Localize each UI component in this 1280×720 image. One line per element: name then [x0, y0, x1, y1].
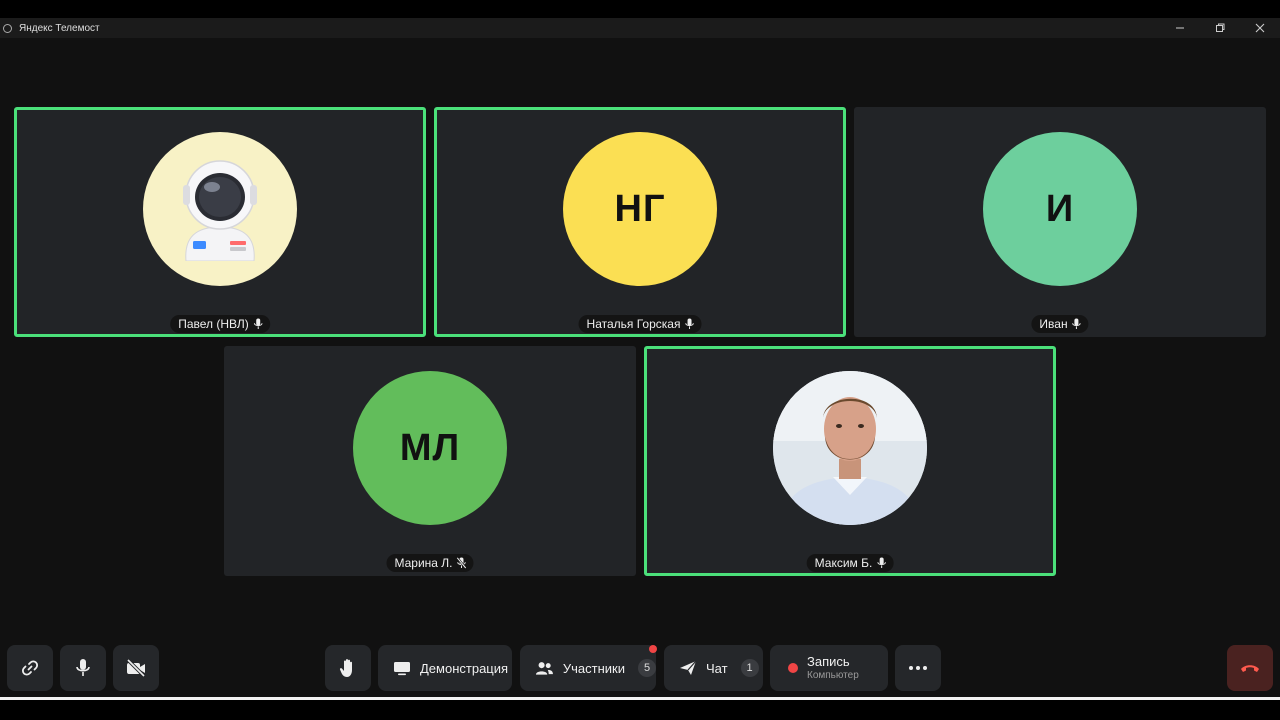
hang-up-button[interactable] [1227, 645, 1273, 691]
microphone-icon [877, 557, 886, 568]
title-bar: Яндекс Телемост [0, 18, 1280, 38]
microphone-muted-icon [456, 557, 467, 569]
microphone-icon [76, 659, 90, 676]
record-text: Запись Компьютер [807, 653, 859, 681]
chat-button[interactable]: Чат 1 [664, 645, 763, 691]
chat-count-badge: 1 [740, 659, 759, 677]
window-controls [1160, 18, 1280, 38]
participants-label: Участники [562, 660, 625, 676]
record-button[interactable]: Запись Компьютер [770, 645, 888, 691]
name-pill: Павел (НВЛ) [170, 315, 270, 333]
more-icon [909, 666, 927, 670]
screen-share-label: Демонстрация [420, 660, 509, 676]
participant-tile-ivan[interactable]: И Иван [854, 107, 1266, 337]
avatar-initials: И [983, 132, 1137, 286]
window-title: Яндекс Телемост [19, 22, 100, 34]
app-icon [3, 23, 12, 33]
participants-icon [535, 662, 553, 675]
participant-tile-pavel[interactable]: Павел (НВЛ) [14, 107, 426, 337]
participant-name: Иван [1039, 317, 1068, 331]
minimize-icon[interactable] [1160, 18, 1200, 38]
avatar-initials: МЛ [353, 371, 507, 525]
astronaut-avatar [143, 132, 297, 286]
top-black-strip [0, 0, 1280, 18]
send-icon [680, 660, 697, 675]
chat-label: Чат [706, 660, 728, 676]
record-label: Запись [807, 653, 850, 669]
camera-off-icon [126, 659, 146, 677]
participant-tile-maksim[interactable]: Максим Б. [644, 346, 1056, 576]
raise-hand-button[interactable] [325, 645, 371, 691]
microphone-icon [253, 318, 263, 329]
microphone-icon [1072, 318, 1081, 329]
call-toolbar: Демонстрация Участники 5 Чат 1 Запись Ко… [0, 644, 1280, 692]
participant-tile-natalya[interactable]: НГ Наталья Горская [434, 107, 846, 337]
astronaut-icon [183, 160, 257, 261]
avatar-initials: НГ [563, 132, 717, 286]
copy-link-button[interactable] [7, 645, 53, 691]
name-pill: Наталья Горская [578, 315, 702, 333]
restore-icon[interactable] [1200, 18, 1240, 38]
record-sublabel: Компьютер [807, 669, 859, 681]
participant-tile-marina[interactable]: МЛ Марина Л. [224, 346, 636, 576]
photo-avatar [773, 371, 927, 525]
name-pill: Марина Л. [386, 554, 474, 572]
hang-up-icon [1241, 665, 1259, 672]
participants-button[interactable]: Участники 5 [520, 645, 656, 691]
close-icon[interactable] [1240, 18, 1280, 38]
bottom-black-strip [0, 700, 1280, 720]
raise-hand-icon [339, 659, 352, 677]
participant-name: Максим Б. [814, 556, 873, 570]
participant-name: Марина Л. [394, 556, 453, 570]
record-icon [788, 663, 798, 673]
link-icon [21, 660, 39, 676]
participant-name: Павел (НВЛ) [178, 317, 249, 331]
screen-share-button[interactable]: Демонстрация [378, 645, 512, 691]
microphone-icon [685, 318, 694, 329]
screen-share-icon [394, 662, 410, 676]
microphone-toggle-button[interactable] [60, 645, 106, 691]
participant-name: Наталья Горская [586, 317, 681, 331]
more-options-button[interactable] [895, 645, 941, 691]
participants-count-badge: 5 [638, 659, 656, 677]
participants-notification-dot [649, 645, 657, 653]
camera-toggle-button[interactable] [113, 645, 159, 691]
person-photo [773, 371, 927, 525]
name-pill: Иван [1031, 315, 1089, 333]
name-pill: Максим Б. [806, 554, 894, 572]
